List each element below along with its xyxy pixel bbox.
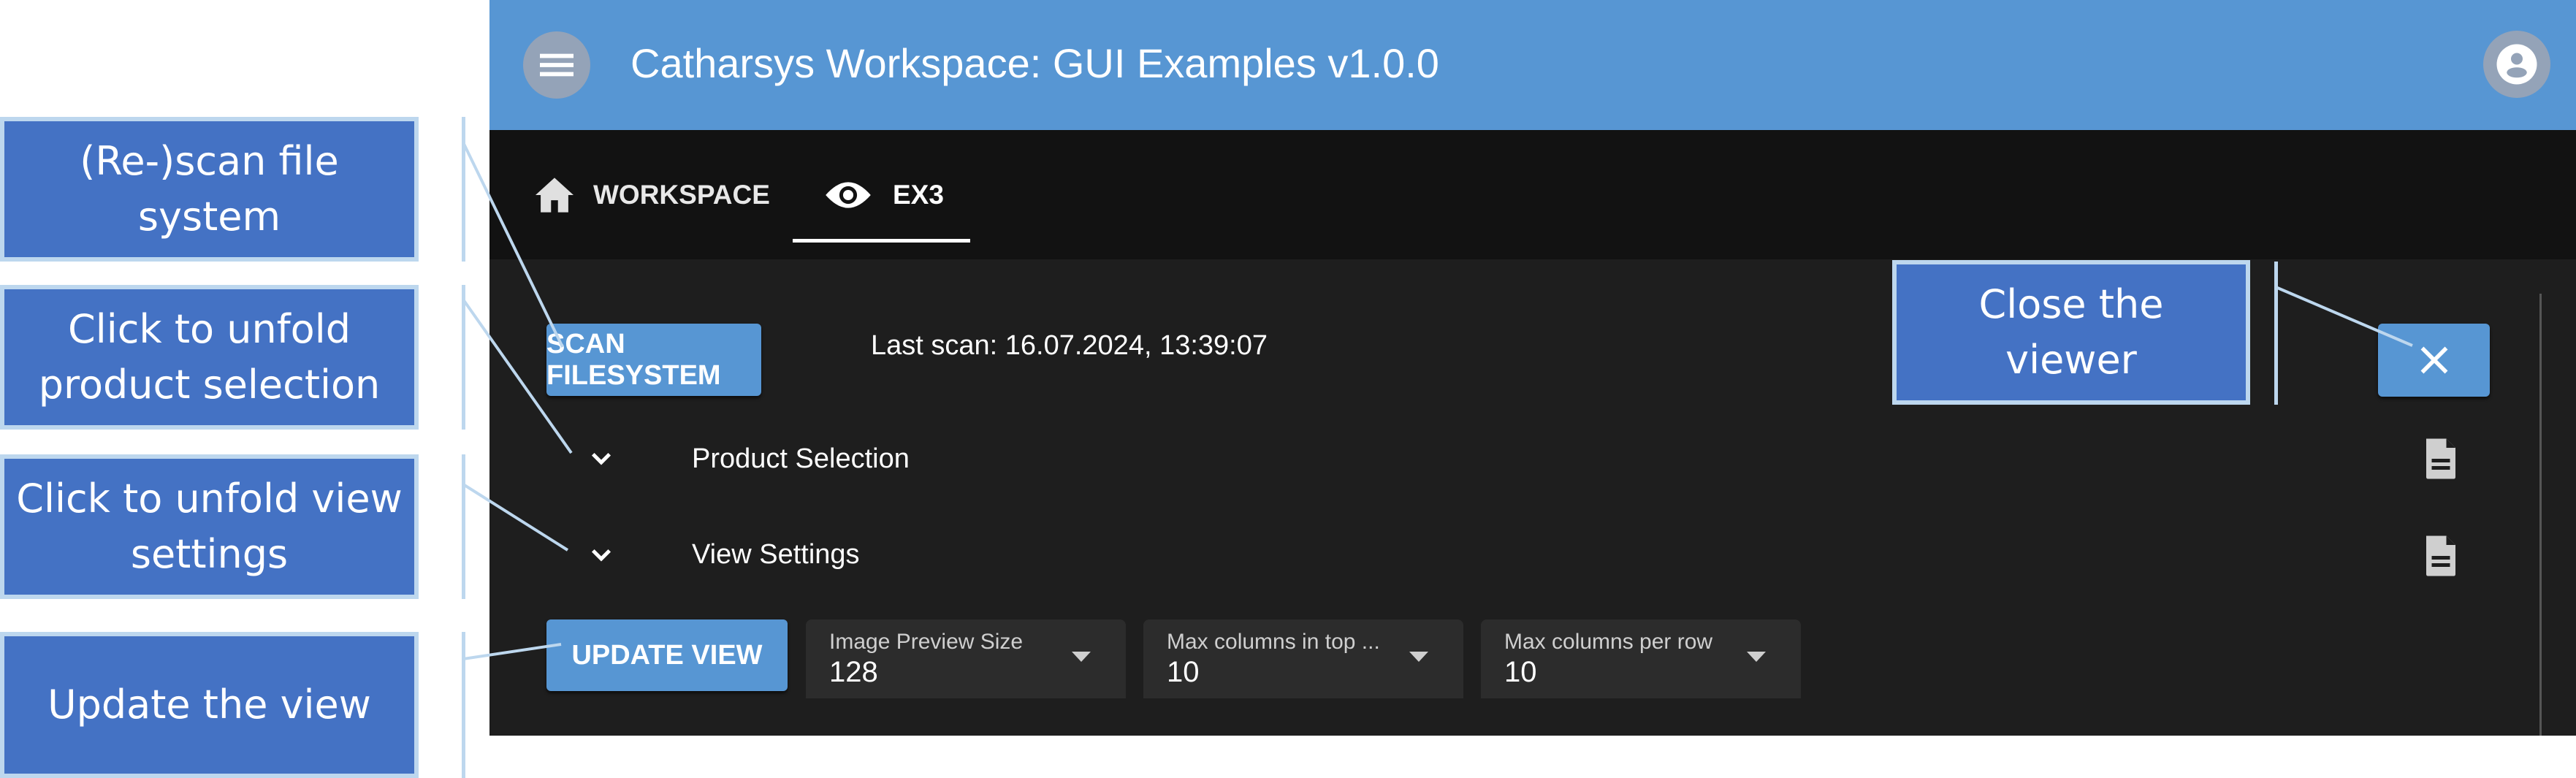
leader-line-update-view <box>462 643 562 660</box>
callout-leader-lines <box>462 142 2413 660</box>
leader-line-view-settings <box>462 483 569 552</box>
leader-line-product-selection <box>462 298 573 454</box>
leader-line-close <box>2275 286 2413 347</box>
leader-line-scan <box>462 142 564 348</box>
